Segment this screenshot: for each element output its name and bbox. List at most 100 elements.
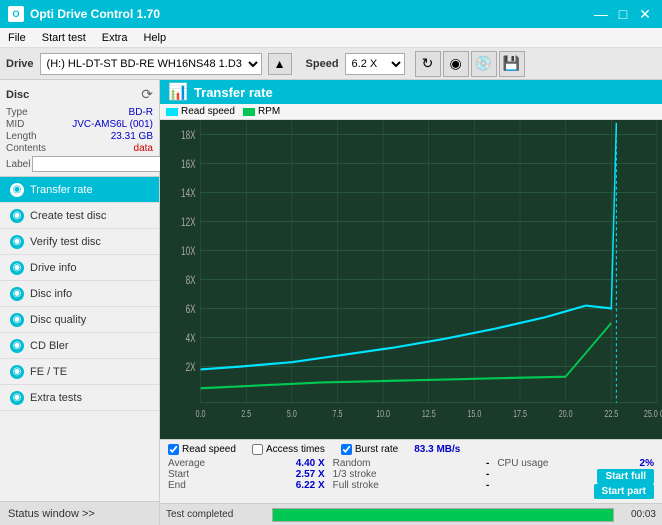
drive-select[interactable]: (H:) HL-DT-ST BD-RE WH16NS48 1.D3 [40,53,262,75]
start-full-row[interactable]: Start full [497,469,654,484]
close-button[interactable]: ✕ [636,5,654,23]
main-layout: Disc ⟳ Type BD-R MID JVC-AMS6L (001) Len… [0,80,662,525]
status-text: Test completed [166,509,266,520]
start-label: Start [168,469,189,480]
app-title: Opti Drive Control 1.70 [30,7,160,21]
window-controls[interactable]: — □ ✕ [592,5,654,23]
disc-label-label: Label [6,159,30,170]
disc-length-row: Length 23.31 GB [6,131,153,142]
menu-extra[interactable]: Extra [94,30,136,46]
cb-access-times-input[interactable] [252,444,263,455]
chart-container: 18X 16X 14X 12X 10X 8X 6X 4X 2X 0.0 2.5 … [160,120,662,439]
nav-disc-quality[interactable]: ◉ Disc quality [0,307,159,333]
legend-rpm-color [243,108,255,116]
svg-text:10.0: 10.0 [376,408,390,420]
start-full-button[interactable]: Start full [597,469,654,484]
sidebar: Disc ⟳ Type BD-R MID JVC-AMS6L (001) Len… [0,80,160,525]
cpu-row: CPU usage 2% [497,458,654,469]
svg-text:2X: 2X [186,362,196,375]
disc-refresh-button[interactable]: ⟳ [141,86,153,103]
cb-read-speed[interactable]: Read speed [168,444,236,455]
nav-cd-bler[interactable]: ◉ CD Bler [0,333,159,359]
save-icon[interactable]: 💾 [499,51,525,77]
titlebar-left: O Opti Drive Control 1.70 [8,6,160,22]
nav-verify-test-disc[interactable]: ◉ Verify test disc [0,229,159,255]
end-row: End 6.22 X [168,480,325,491]
nav-disc-info-label: Disc info [30,288,72,300]
random-row: Random - [333,458,490,469]
menu-file[interactable]: File [0,30,34,46]
menu-start-test[interactable]: Start test [34,30,94,46]
progress-bar-fill [273,509,613,521]
end-label: End [168,480,186,491]
legend-read-speed-label: Read speed [181,106,235,117]
svg-text:12X: 12X [181,217,196,230]
disc-mid-value: JVC-AMS6L (001) [72,119,153,130]
full-stroke-value: - [486,480,489,491]
extra-tests-icon: ◉ [10,391,24,405]
disc-length-label: Length [6,131,37,142]
legend-read-speed: Read speed [166,106,235,117]
disc-quality-icon: ◉ [10,313,24,327]
end-value: 6.22 X [296,480,325,491]
drive-info-icon: ◉ [10,261,24,275]
nav-verify-test-disc-label: Verify test disc [30,236,101,248]
svg-text:4X: 4X [186,333,196,346]
progress-area: Test completed 00:03 [160,503,662,525]
refresh-icon[interactable]: ↻ [415,51,441,77]
create-test-disc-icon: ◉ [10,209,24,223]
disc-label-row: Label ✎ [6,156,153,172]
checkboxes-row: Read speed Access times Burst rate 83.3 … [168,444,654,455]
nav-extra-tests[interactable]: ◉ Extra tests [0,385,159,411]
stroke1-value: - [486,469,489,480]
disc-length-value: 23.31 GB [111,131,153,142]
disc-header: Disc ⟳ [6,86,153,103]
disc-label-input[interactable] [32,156,170,172]
drivebar: Drive (H:) HL-DT-ST BD-RE WH16NS48 1.D3 … [0,48,662,80]
speed-select[interactable]: 6.2 X [345,53,405,75]
disc-section: Disc ⟳ Type BD-R MID JVC-AMS6L (001) Len… [0,80,159,177]
cb-burst-rate-input[interactable] [341,444,352,455]
nav-fe-te[interactable]: ◉ FE / TE [0,359,159,385]
chart-svg: 18X 16X 14X 12X 10X 8X 6X 4X 2X 0.0 2.5 … [160,120,662,439]
progress-time: 00:03 [620,509,656,520]
disc-contents-value: data [134,143,153,154]
svg-text:10X: 10X [181,246,196,259]
status-window-label: Status window >> [8,508,95,520]
nav-create-test-disc[interactable]: ◉ Create test disc [0,203,159,229]
nav-create-test-disc-label: Create test disc [30,210,106,222]
stroke1-row: 1/3 stroke - [333,469,490,480]
maximize-button[interactable]: □ [614,5,632,23]
eject-button[interactable]: ▲ [268,53,292,75]
disc-mid-label: MID [6,119,24,130]
disc-read-icon[interactable]: ◉ [443,51,469,77]
cb-access-times-label: Access times [266,444,325,455]
status-window-button[interactable]: Status window >> [0,501,159,525]
minimize-button[interactable]: — [592,5,610,23]
transfer-rate-icon: ◉ [10,183,24,197]
nav-transfer-rate[interactable]: ◉ Transfer rate [0,177,159,203]
svg-text:16X: 16X [181,159,196,172]
cb-burst-rate[interactable]: Burst rate [341,444,398,455]
nav-drive-info[interactable]: ◉ Drive info [0,255,159,281]
menu-help[interactable]: Help [135,30,174,46]
start-part-button[interactable]: Start part [594,484,654,499]
nav-transfer-rate-label: Transfer rate [30,184,93,196]
start-part-row[interactable]: Start part [497,484,654,499]
disc-contents-row: Contents data [6,143,153,154]
svg-text:17.5: 17.5 [513,408,527,420]
start-value: 2.57 X [296,469,325,480]
nav-extra-tests-label: Extra tests [30,392,82,404]
disc-title: Disc [6,89,29,101]
cb-read-speed-input[interactable] [168,444,179,455]
verify-test-disc-icon: ◉ [10,235,24,249]
nav-disc-quality-label: Disc quality [30,314,86,326]
menubar: File Start test Extra Help [0,28,662,48]
nav-disc-info[interactable]: ◉ Disc info [0,281,159,307]
cb-access-times[interactable]: Access times [252,444,325,455]
svg-text:15.0: 15.0 [467,408,481,420]
legend-rpm-label: RPM [258,106,280,117]
chart-title: Transfer rate [194,85,273,100]
disc-write-icon[interactable]: 💿 [471,51,497,77]
disc-info-icon: ◉ [10,287,24,301]
